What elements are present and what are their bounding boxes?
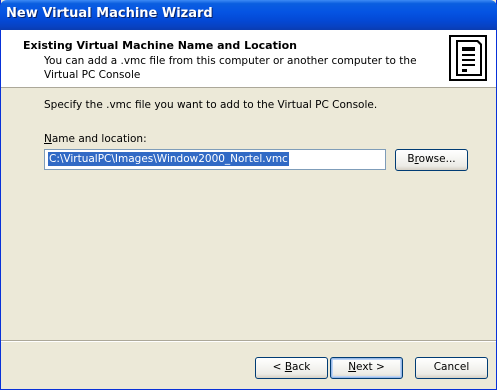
computer-tower-icon — [449, 35, 487, 81]
name-location-label: Name and location: — [44, 133, 147, 145]
title-bar[interactable]: New Virtual Machine Wizard — [0, 0, 497, 30]
path-input-value: C:\VirtualPC\Images\Window2000_Nortel.vm… — [48, 152, 289, 166]
path-input[interactable]: C:\VirtualPC\Images\Window2000_Nortel.vm… — [44, 149, 386, 170]
cancel-button[interactable]: Cancel — [415, 357, 488, 379]
header-subtitle: You can add a .vmc file from this comput… — [44, 55, 417, 81]
browse-button[interactable]: Browse... — [395, 149, 468, 171]
window-title: New Virtual Machine Wizard — [6, 6, 213, 21]
back-button[interactable]: < Back — [255, 357, 328, 379]
instruction-text: Specify the .vmc file you want to add to… — [44, 99, 378, 111]
next-button[interactable]: Next > — [330, 357, 403, 379]
wizard-header: Existing Virtual Machine Name and Locati… — [1, 30, 496, 88]
wizard-window: New Virtual Machine Wizard Existing Virt… — [0, 0, 497, 390]
header-title: Existing Virtual Machine Name and Locati… — [23, 39, 297, 52]
footer-divider — [1, 340, 496, 342]
